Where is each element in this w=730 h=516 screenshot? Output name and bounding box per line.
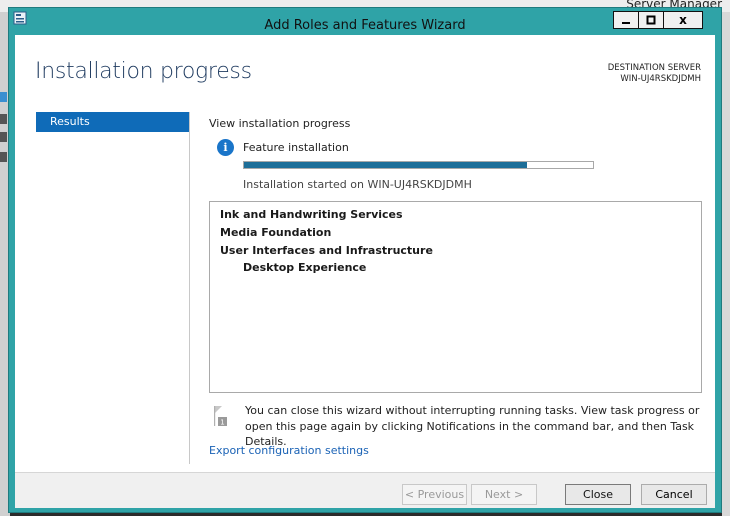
background-icon xyxy=(0,92,7,102)
previous-button[interactable]: < Previous xyxy=(402,484,467,505)
background-icon xyxy=(0,114,7,124)
close-wizard-note: You can close this wizard without interr… xyxy=(245,404,700,448)
installation-progress-bar xyxy=(243,161,594,169)
progress-fill xyxy=(244,162,527,168)
destination-label: DESTINATION SERVER xyxy=(607,63,701,73)
background-icon xyxy=(0,152,7,162)
export-configuration-link[interactable]: Export configuration settings xyxy=(209,444,369,457)
close-window-button[interactable]: x xyxy=(663,11,703,29)
background-right-panel xyxy=(722,12,730,516)
nav-divider xyxy=(189,112,190,464)
installation-started-text: Installation started on WIN-UJ4RSKDJDMH xyxy=(243,178,472,191)
result-item: Ink and Handwriting Services xyxy=(220,208,403,221)
background-icon xyxy=(0,132,7,142)
notification-flag-icon: 1 xyxy=(214,406,227,427)
title-bar[interactable]: Add Roles and Features Wizard x xyxy=(9,8,721,34)
results-list[interactable]: Ink and Handwriting Services Media Found… xyxy=(209,201,702,393)
info-icon: i xyxy=(217,139,234,156)
result-item: Desktop Experience xyxy=(243,261,367,274)
maximize-icon xyxy=(646,15,656,25)
result-item: User Interfaces and Infrastructure xyxy=(220,244,433,257)
wizard-client-area: Installation progress DESTINATION SERVER… xyxy=(15,35,715,508)
svg-text:1: 1 xyxy=(220,419,224,427)
window-controls: x xyxy=(613,11,703,31)
minimize-icon xyxy=(622,22,630,24)
section-title: View installation progress xyxy=(209,117,351,130)
nav-item-label: Results xyxy=(50,115,90,128)
result-item: Media Foundation xyxy=(220,226,332,239)
destination-server-name: WIN-UJ4RSKDJDMH xyxy=(620,74,701,84)
maximize-button[interactable] xyxy=(638,11,664,29)
cancel-button[interactable]: Cancel xyxy=(641,484,707,505)
wizard-window: Add Roles and Features Wizard x Installa… xyxy=(8,7,722,513)
close-icon: x xyxy=(679,13,687,27)
nav-item-results[interactable]: Results xyxy=(36,112,189,132)
page-title: Installation progress xyxy=(35,59,252,84)
minimize-button[interactable] xyxy=(613,11,639,29)
destination-server-info: DESTINATION SERVER WIN-UJ4RSKDJDMH xyxy=(608,63,701,85)
feature-installation-label: Feature installation xyxy=(243,141,349,154)
close-button[interactable]: Close xyxy=(565,484,631,505)
next-button[interactable]: Next > xyxy=(471,484,537,505)
